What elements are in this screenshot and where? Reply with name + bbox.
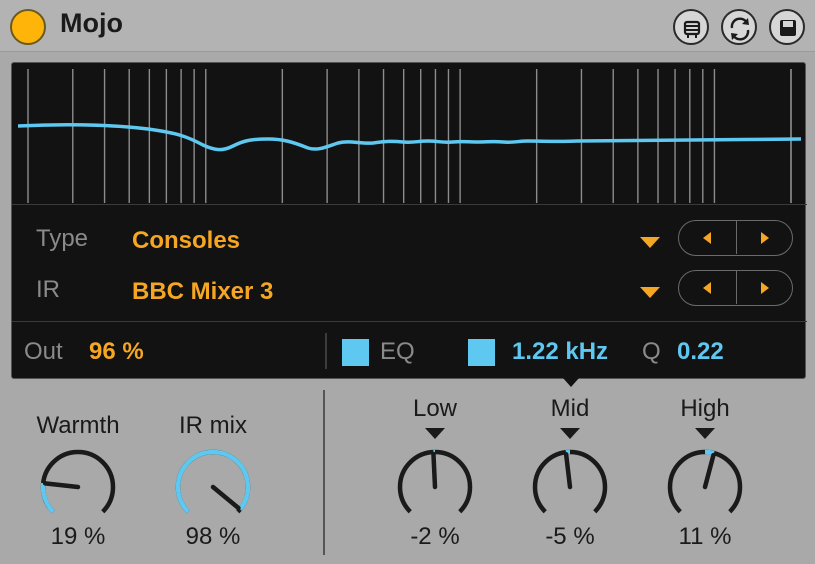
type-dropdown-arrow-icon[interactable]: [640, 237, 660, 248]
type-stepper: [678, 220, 793, 256]
q-value[interactable]: 0.22: [677, 338, 724, 366]
save-icon: [780, 20, 796, 36]
preset-swap-icon: [730, 17, 750, 41]
ir-mix-knob[interactable]: [168, 442, 258, 532]
panel-divider: [12, 321, 807, 322]
knob-value-arc: [40, 482, 55, 514]
ir-mix-label: IR mix: [179, 412, 247, 439]
device-power-toggle[interactable]: [10, 9, 46, 45]
out-label: Out: [24, 338, 63, 365]
knob-needle: [42, 481, 81, 490]
ir-prev-button[interactable]: [679, 271, 736, 304]
knob-value-arc: [175, 449, 251, 514]
ir-stepper: [678, 270, 793, 306]
out-value[interactable]: 96 %: [89, 338, 144, 366]
freq-toggle[interactable]: [468, 339, 495, 366]
high-center-marker-icon: [695, 428, 715, 439]
panel-notch: [563, 378, 579, 387]
knob-needle: [210, 484, 241, 511]
row-separator: [325, 333, 327, 369]
panel-divider: [12, 204, 807, 205]
mid-center-marker-icon: [560, 428, 580, 439]
type-selector[interactable]: Consoles: [132, 227, 240, 255]
q-label: Q: [642, 338, 661, 365]
device-title: Mojo: [60, 8, 123, 38]
type-label: Type: [36, 225, 89, 252]
warmth-value: 19 %: [50, 523, 106, 550]
mojo-device: Mojo Type Consoles IR BBC Mixer 3 Out 96…: [0, 0, 815, 564]
hot-swap-icon: [683, 20, 701, 38]
low-value: -2 %: [410, 523, 460, 550]
section-separator: [323, 390, 325, 555]
mid-knob[interactable]: [525, 442, 615, 532]
ir-dropdown-arrow-icon[interactable]: [640, 287, 660, 298]
eq-toggle[interactable]: [342, 339, 369, 366]
knob-needle: [431, 451, 438, 490]
type-next-button[interactable]: [736, 221, 793, 254]
warmth-knob[interactable]: [33, 442, 123, 532]
ir-next-button[interactable]: [736, 271, 793, 304]
low-knob[interactable]: [390, 442, 480, 532]
high-knob[interactable]: [660, 442, 750, 532]
knob-needle: [702, 452, 716, 490]
knob-track: [40, 449, 116, 514]
ir-mix-value: 98 %: [185, 523, 241, 550]
frequency-response-graph: [18, 69, 801, 203]
low-label: Low: [412, 395, 458, 422]
mid-label: Mid: [550, 395, 590, 422]
title-bar: Mojo: [0, 0, 815, 52]
chevron-left-icon: [703, 232, 711, 244]
warmth-label: Warmth: [36, 412, 120, 439]
hot-swap-button[interactable]: [673, 9, 709, 45]
high-value: 11 %: [678, 523, 732, 550]
ir-selector[interactable]: BBC Mixer 3: [132, 278, 273, 306]
ir-label: IR: [36, 276, 60, 303]
type-prev-button[interactable]: [679, 221, 736, 254]
save-preset-button[interactable]: [769, 9, 805, 45]
mid-value: -5 %: [545, 523, 595, 550]
freq-value[interactable]: 1.22 kHz: [512, 338, 608, 366]
knob-value-arc: [704, 449, 715, 456]
ir-display-panel: Type Consoles IR BBC Mixer 3 Out 96 % EQ…: [11, 62, 807, 379]
eq-label: EQ: [380, 338, 415, 365]
preset-swap-button[interactable]: [721, 9, 757, 45]
chevron-right-icon: [761, 232, 769, 244]
high-label: High: [680, 395, 730, 422]
knob-needle: [563, 451, 573, 490]
chevron-right-icon: [761, 282, 769, 294]
chevron-left-icon: [703, 282, 711, 294]
low-center-marker-icon: [425, 428, 445, 439]
